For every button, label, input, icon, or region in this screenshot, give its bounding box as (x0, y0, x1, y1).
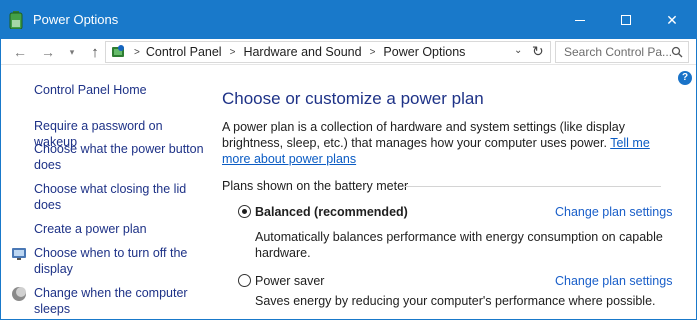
control-panel-icon (112, 45, 124, 57)
search-input[interactable]: Search Control Pa... (555, 41, 689, 63)
plans-section-label: Plans shown on the battery meter (222, 179, 409, 193)
section-divider (405, 186, 661, 187)
balanced-plan-description: Automatically balances performance with … (255, 230, 663, 260)
display-icon (12, 248, 26, 260)
closing-lid-link[interactable]: Choose what closing the lid does (34, 181, 204, 213)
intro-paragraph: A power plan is a collection of hardware… (222, 120, 625, 150)
main-content: Choose or customize a power plan A power… (205, 65, 696, 319)
breadcrumb-hardware-and-sound[interactable]: Hardware and Sound (243, 45, 361, 59)
power-saver-plan-description: Saves energy by reducing your computer's… (255, 294, 656, 308)
address-bar[interactable]: > Control Panel > Hardware and Sound > P… (105, 41, 551, 63)
title-bar[interactable]: Power Options ✕ (1, 1, 696, 39)
turn-off-display-link[interactable]: Choose when to turn off the display (34, 245, 204, 277)
minimize-icon (575, 19, 585, 21)
breadcrumb-separator-icon[interactable]: > (370, 47, 376, 58)
address-dropdown-icon[interactable]: ⌄ (514, 45, 522, 56)
power-saver-change-settings-link[interactable]: Change plan settings (555, 274, 672, 288)
maximize-icon (621, 15, 631, 25)
refresh-icon[interactable]: ↻ (532, 43, 544, 60)
search-icon (671, 46, 683, 58)
close-button[interactable]: ✕ (649, 1, 695, 39)
minimize-button[interactable] (557, 1, 603, 39)
search-placeholder: Search Control Pa... (564, 45, 673, 59)
window-title: Power Options (33, 12, 119, 27)
power-button-link[interactable]: Choose what the power button does (34, 141, 204, 173)
radio-selected-dot (242, 209, 247, 214)
navigation-bar: ← → ▾ ↑ > Control Panel > Hardware and S… (1, 39, 696, 65)
control-panel-home-link[interactable]: Control Panel Home (34, 82, 204, 98)
breadcrumb-power-options[interactable]: Power Options (383, 45, 465, 59)
balanced-radio[interactable] (238, 205, 251, 218)
computer-sleeps-link[interactable]: Change when the computer sleeps (34, 285, 204, 317)
power-saver-radio[interactable] (238, 274, 251, 287)
power-options-window: Power Options ✕ ← → ▾ ↑ > Control Panel … (0, 0, 697, 320)
recent-locations-button[interactable]: ▾ (63, 42, 81, 62)
breadcrumb-separator-icon[interactable]: > (230, 47, 236, 58)
back-button[interactable]: ← (11, 42, 29, 62)
intro-text: A power plan is a collection of hardware… (222, 119, 662, 167)
sleep-icon (12, 287, 26, 301)
breadcrumb-separator-icon: > (134, 46, 140, 58)
close-icon: ✕ (666, 11, 678, 28)
balanced-change-settings-link[interactable]: Change plan settings (555, 205, 672, 219)
page-title: Choose or customize a power plan (222, 89, 484, 108)
create-power-plan-link[interactable]: Create a power plan (34, 221, 204, 237)
breadcrumb: > Control Panel > Hardware and Sound > P… (134, 45, 465, 59)
maximize-button[interactable] (603, 1, 649, 39)
left-navigation-pane: Control Panel Home Require a password on… (1, 65, 205, 319)
breadcrumb-control-panel[interactable]: Control Panel (146, 45, 222, 59)
balanced-plan-name[interactable]: Balanced (recommended) (255, 205, 408, 219)
power-saver-plan-name[interactable]: Power saver (255, 274, 324, 288)
up-button[interactable]: ↑ (86, 42, 104, 62)
forward-button[interactable]: → (39, 42, 57, 62)
battery-app-icon (9, 11, 23, 29)
